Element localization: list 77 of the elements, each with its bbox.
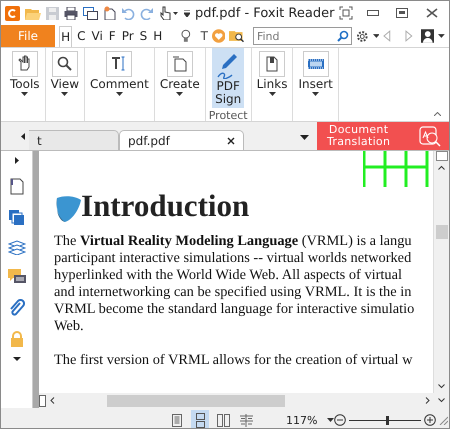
- facing-view-icon: [216, 412, 230, 428]
- zoom-menu-icon: [327, 418, 334, 422]
- page-icon[interactable]: [39, 394, 46, 406]
- text-line: participant interactive simulations -- virtual worlds networked: [54, 250, 412, 267]
- heading: Introduction: [81, 188, 250, 224]
- grid-drawing: [363, 151, 429, 187]
- expand-icon[interactable]: [14, 157, 18, 164]
- paperclip-icon[interactable]: [8, 299, 24, 317]
- ribbon-tab[interactable]: S: [138, 25, 148, 47]
- document-tab[interactable]: t: [29, 130, 119, 150]
- maximize-icon[interactable]: [396, 8, 408, 18]
- scroll-right-icon[interactable]: [425, 397, 430, 404]
- scroll-down-icon[interactable]: [438, 384, 445, 389]
- ribbon-tab[interactable]: H: [152, 25, 164, 47]
- customize-icon[interactable]: [184, 10, 190, 16]
- cover-view-icon: [238, 412, 254, 428]
- slider-thumb[interactable]: [386, 416, 389, 424]
- close-icon[interactable]: [227, 136, 235, 144]
- folder-search-icon[interactable]: [229, 29, 245, 43]
- scrollbar-thumb[interactable]: [436, 225, 448, 239]
- pages-icon[interactable]: [8, 209, 25, 226]
- caret-icon: [372, 34, 380, 38]
- page-icon[interactable]: [10, 178, 24, 195]
- ribbon-button[interactable]: Insert: [296, 48, 335, 98]
- search-icon[interactable]: [336, 30, 349, 42]
- ribbon-tab[interactable]: F: [108, 25, 117, 47]
- text-line: Web.: [54, 318, 84, 335]
- fullscreen-icon[interactable]: [339, 6, 354, 20]
- ribbon-button[interactable]: Create: [158, 48, 202, 98]
- window-title: pdf.pdf - Foxit Reader: [195, 6, 334, 20]
- zoom-level[interactable]: 117%: [286, 414, 318, 426]
- scrollbar-thumb[interactable]: [107, 394, 285, 406]
- scroll-down-icon[interactable]: [438, 398, 445, 403]
- document-tab[interactable]: pdf.pdf: [119, 130, 244, 150]
- text-line: The Virtual Reality Modeling Language (VRML) is a langu: [54, 233, 412, 250]
- hand-pointer-icon[interactable]: [159, 6, 179, 20]
- settings-icon[interactable]: [356, 30, 368, 42]
- text-tool[interactable]: T: [200, 29, 208, 43]
- text-line: VRML become the standard language for interactive simulatio: [54, 301, 414, 318]
- zoom-in-icon[interactable]: [424, 414, 436, 426]
- view-mode-button[interactable]: [191, 410, 209, 428]
- close-icon[interactable]: [426, 8, 438, 18]
- ribbon-button[interactable]: PDF Sign: [212, 48, 244, 108]
- window-icon[interactable]: [83, 6, 98, 20]
- zoom-out-icon[interactable]: [334, 414, 346, 426]
- more-icon[interactable]: [12, 357, 20, 361]
- single-view-icon: [170, 412, 184, 428]
- ribbon-button[interactable]: View: [48, 48, 82, 98]
- resize-grip-icon[interactable]: [439, 416, 448, 424]
- ribbon-tab[interactable]: Vi: [90, 25, 104, 47]
- collapse-ribbon-icon[interactable]: [434, 112, 441, 116]
- text-line: hyperlinked with the World Wide Web. All aspects of virtual: [54, 267, 402, 284]
- group-label: Protect: [208, 109, 248, 122]
- scroll-left-icon[interactable]: [50, 397, 55, 404]
- user-avatar-icon[interactable]: [420, 29, 434, 43]
- layers-icon[interactable]: [8, 240, 26, 255]
- lightbulb-icon[interactable]: [180, 29, 191, 43]
- ribbon-button[interactable]: Tools: [8, 48, 42, 98]
- ribbon-tab[interactable]: H: [59, 26, 72, 47]
- text-line: The first version of VRML allows for the creation of virtual w: [54, 352, 412, 369]
- ribbon-tab[interactable]: C: [76, 25, 86, 47]
- scroll-up-icon[interactable]: [438, 165, 445, 170]
- minimize-icon[interactable]: [366, 10, 379, 16]
- comments-icon[interactable]: [8, 269, 26, 285]
- text-line: and internetworking can be specified using VRML. It is the in: [54, 284, 412, 301]
- translate-icon: [419, 125, 441, 147]
- tab-list-icon[interactable]: [300, 135, 309, 140]
- search-field[interactable]: Find: [252, 27, 352, 45]
- app-logo-icon[interactable]: [5, 6, 20, 20]
- leaf-icon: [54, 195, 81, 224]
- print-icon[interactable]: [64, 6, 78, 20]
- caret-icon: [438, 34, 445, 38]
- ribbon-button[interactable]: Comment: [88, 48, 151, 98]
- ribbon-tab[interactable]: Pr: [120, 25, 135, 47]
- ribbon-button[interactable]: Links: [254, 48, 290, 98]
- scroll-left-icon[interactable]: [21, 133, 25, 140]
- new-page-icon[interactable]: [103, 6, 116, 20]
